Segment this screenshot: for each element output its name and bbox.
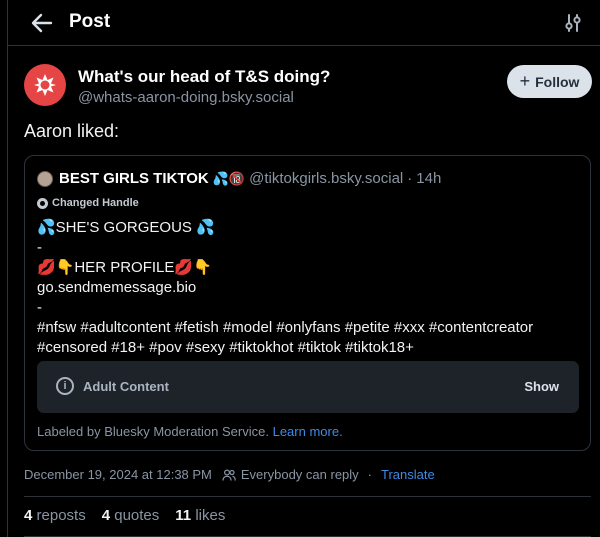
author-handle[interactable]: @whats-aaron-doing.bsky.social	[78, 89, 294, 106]
reposts-count: 4	[24, 507, 33, 524]
quotes-label: quotes	[114, 507, 160, 524]
quoted-author-emoji: 💦🔞	[212, 170, 246, 186]
quoted-line: 💋👇HER PROFILE💋👇	[37, 259, 212, 276]
quotes-stat[interactable]: 4 quotes	[102, 507, 160, 524]
post-text: Aaron liked:	[24, 121, 120, 141]
quoted-line: -	[37, 299, 42, 316]
quoted-post-header: BEST GIRLS TIKTOK 💦🔞 @tiktokgirls.bsky.s…	[37, 170, 441, 187]
separator-dot: ·	[407, 170, 413, 187]
info-circle-icon	[37, 197, 48, 209]
post-author: What's our head of T&S doing? @whats-aar…	[24, 64, 594, 112]
labeled-by-text: Labeled by Bluesky Moderation Service.	[37, 424, 269, 439]
show-content-button[interactable]: Show	[524, 379, 559, 394]
translate-link[interactable]: Translate	[381, 467, 435, 482]
plus-icon: +	[519, 70, 531, 91]
avatar[interactable]	[37, 170, 53, 187]
reposts-stat[interactable]: 4 reposts	[24, 507, 86, 524]
moderation-label: Labeled by Bluesky Moderation Service. L…	[37, 424, 343, 439]
separator-dot: ·	[367, 467, 373, 482]
likes-stat[interactable]: 11 likes	[175, 507, 225, 524]
quoted-hashtags[interactable]: #censored #18+ #pov #sexy #tiktokhot #ti…	[37, 338, 582, 358]
info-icon: i	[56, 377, 74, 395]
quoted-line: -	[37, 239, 42, 256]
likes-count: 11	[175, 507, 192, 524]
avatar[interactable]	[24, 64, 66, 106]
quoted-author-name[interactable]: BEST GIRLS TIKTOK	[59, 170, 209, 187]
post-meta: December 19, 2024 at 12:38 PM Everybody …	[24, 467, 435, 482]
follow-button[interactable]: + Follow	[507, 65, 592, 98]
quoted-line: 💦SHE'S GORGEOUS 💦	[37, 219, 215, 236]
starburst-icon	[34, 74, 56, 96]
content-warning: i Adult Content Show	[37, 361, 579, 413]
changed-handle-label: Changed Handle	[52, 197, 139, 209]
likes-label: likes	[195, 507, 226, 524]
page-title: Post	[69, 11, 111, 32]
changed-handle-badge[interactable]: Changed Handle	[37, 197, 139, 209]
quoted-hashtags[interactable]: #nfsw #adultcontent #fetish #model #only…	[37, 318, 582, 338]
people-icon	[222, 468, 236, 481]
quoted-author-handle[interactable]: @tiktokgirls.bsky.social	[249, 170, 403, 187]
quotes-count: 4	[101, 507, 111, 524]
arrow-left-icon[interactable]	[30, 12, 54, 34]
quoted-post[interactable]: BEST GIRLS TIKTOK 💦🔞 @tiktokgirls.bsky.s…	[24, 155, 591, 451]
content-warning-label: Adult Content	[83, 379, 169, 394]
post-thread-panel: Post What's our head of T&S doing? @what…	[7, 0, 600, 537]
author-display-name[interactable]: What's our head of T&S doing?	[78, 67, 330, 87]
reposts-label: reposts	[36, 507, 86, 524]
reply-setting[interactable]: Everybody can reply	[241, 467, 359, 482]
sliders-icon[interactable]	[563, 13, 583, 33]
page-header: Post	[8, 0, 600, 46]
engagement-stats: 4 reposts 4 quotes 11 likes	[24, 507, 241, 524]
learn-more-link[interactable]: Learn more.	[273, 424, 343, 439]
quoted-post-time[interactable]: 14h	[416, 170, 441, 187]
post-timestamp: December 19, 2024 at 12:38 PM	[24, 467, 212, 482]
quoted-post-text: 💦SHE'S GORGEOUS 💦 - 💋👇HER PROFILE💋👇 go.s…	[37, 218, 582, 358]
follow-button-label: Follow	[535, 73, 580, 90]
quoted-link[interactable]: go.sendmemessage.bio	[37, 278, 582, 298]
divider	[24, 496, 591, 497]
